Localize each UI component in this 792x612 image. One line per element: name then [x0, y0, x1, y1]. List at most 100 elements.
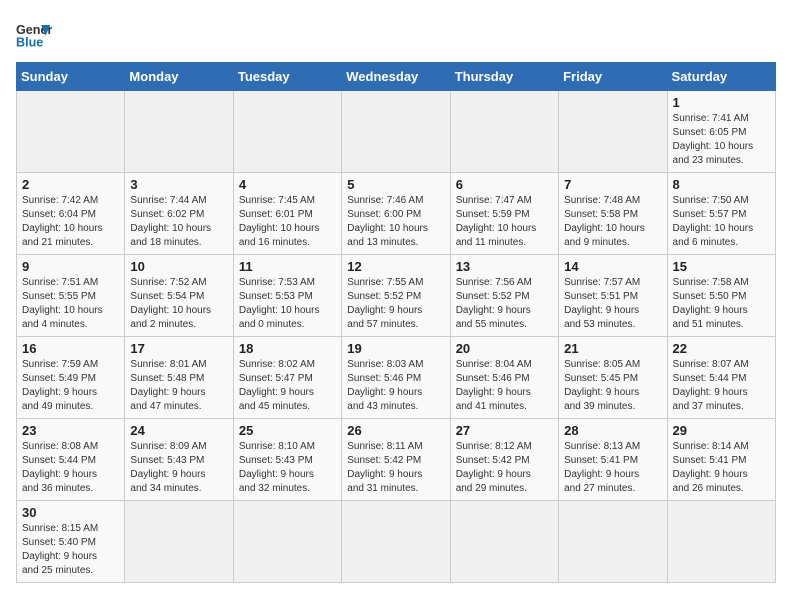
day-cell	[17, 91, 125, 173]
day-number: 17	[130, 341, 227, 356]
day-info: Sunrise: 8:13 AM Sunset: 5:41 PM Dayligh…	[564, 440, 661, 496]
week-row-5: 30 Sunrise: 8:15 AM Sunset: 5:40 PM Dayli…	[17, 501, 776, 583]
day-number: 20	[456, 341, 553, 356]
day-number: 11	[239, 259, 336, 274]
day-cell: 17 Sunrise: 8:01 AM Sunset: 5:48 PM Dayli…	[125, 337, 233, 419]
logo: General Blue	[16, 16, 56, 52]
day-number: 15	[673, 259, 770, 274]
day-number: 30	[22, 505, 119, 520]
day-info: Sunrise: 8:02 AM Sunset: 5:47 PM Dayligh…	[239, 358, 336, 414]
day-number: 10	[130, 259, 227, 274]
day-cell: 15 Sunrise: 7:58 AM Sunset: 5:50 PM Dayli…	[667, 255, 775, 337]
day-cell: 22Sunrise: 8:07 AM Sunset: 5:44 PM Dayli…	[667, 337, 775, 419]
day-number: 5	[347, 177, 444, 192]
col-header-friday: Friday	[559, 63, 667, 91]
day-cell: 13 Sunrise: 7:56 AM Sunset: 5:52 PM Dayli…	[450, 255, 558, 337]
day-number: 27	[456, 423, 553, 438]
day-cell: 27 Sunrise: 8:12 AM Sunset: 5:42 PM Dayli…	[450, 419, 558, 501]
day-cell: 6Sunrise: 7:47 AM Sunset: 5:59 PM Daylig…	[450, 173, 558, 255]
day-cell: 29Sunrise: 8:14 AM Sunset: 5:41 PM Dayli…	[667, 419, 775, 501]
day-number: 28	[564, 423, 661, 438]
day-cell: 5 Sunrise: 7:46 AM Sunset: 6:00 PM Daylig…	[342, 173, 450, 255]
col-header-monday: Monday	[125, 63, 233, 91]
day-info: Sunrise: 8:01 AM Sunset: 5:48 PM Dayligh…	[130, 358, 227, 414]
day-cell: 9 Sunrise: 7:51 AM Sunset: 5:55 PM Daylig…	[17, 255, 125, 337]
day-cell	[125, 501, 233, 583]
day-cell	[450, 501, 558, 583]
day-number: 3	[130, 177, 227, 192]
calendar-header-row: SundayMondayTuesdayWednesdayThursdayFrid…	[17, 63, 776, 91]
day-info: Sunrise: 7:44 AM Sunset: 6:02 PM Dayligh…	[130, 194, 227, 250]
day-info: Sunrise: 7:51 AM Sunset: 5:55 PM Dayligh…	[22, 276, 119, 332]
day-cell: 21 Sunrise: 8:05 AM Sunset: 5:45 PM Dayli…	[559, 337, 667, 419]
day-cell: 20 Sunrise: 8:04 AM Sunset: 5:46 PM Dayli…	[450, 337, 558, 419]
day-number: 9	[22, 259, 119, 274]
day-cell: 18 Sunrise: 8:02 AM Sunset: 5:47 PM Dayli…	[233, 337, 341, 419]
logo-icon: General Blue	[16, 16, 52, 52]
day-cell: 4Sunrise: 7:45 AM Sunset: 6:01 PM Daylig…	[233, 173, 341, 255]
day-cell: 19 Sunrise: 8:03 AM Sunset: 5:46 PM Dayli…	[342, 337, 450, 419]
day-number: 19	[347, 341, 444, 356]
day-cell	[667, 501, 775, 583]
day-cell: 12Sunrise: 7:55 AM Sunset: 5:52 PM Dayli…	[342, 255, 450, 337]
day-number: 13	[456, 259, 553, 274]
day-info: Sunrise: 7:58 AM Sunset: 5:50 PM Dayligh…	[673, 276, 770, 332]
day-cell	[559, 501, 667, 583]
day-number: 21	[564, 341, 661, 356]
day-number: 12	[347, 259, 444, 274]
header: General Blue	[16, 16, 776, 52]
day-info: Sunrise: 8:09 AM Sunset: 5:43 PM Dayligh…	[130, 440, 227, 496]
day-info: Sunrise: 8:15 AM Sunset: 5:40 PM Dayligh…	[22, 522, 119, 578]
day-number: 18	[239, 341, 336, 356]
day-number: 24	[130, 423, 227, 438]
col-header-tuesday: Tuesday	[233, 63, 341, 91]
day-info: Sunrise: 8:11 AM Sunset: 5:42 PM Dayligh…	[347, 440, 444, 496]
day-cell	[450, 91, 558, 173]
week-row-1: 2Sunrise: 7:42 AM Sunset: 6:04 PM Daylig…	[17, 173, 776, 255]
day-number: 6	[456, 177, 553, 192]
day-cell: 10 Sunrise: 7:52 AM Sunset: 5:54 PM Dayli…	[125, 255, 233, 337]
day-number: 14	[564, 259, 661, 274]
day-number: 1	[673, 95, 770, 110]
day-cell: 11Sunrise: 7:53 AM Sunset: 5:53 PM Dayli…	[233, 255, 341, 337]
day-cell	[233, 501, 341, 583]
day-cell: 7Sunrise: 7:48 AM Sunset: 5:58 PM Daylig…	[559, 173, 667, 255]
day-info: Sunrise: 8:07 AM Sunset: 5:44 PM Dayligh…	[673, 358, 770, 414]
col-header-wednesday: Wednesday	[342, 63, 450, 91]
day-info: Sunrise: 8:10 AM Sunset: 5:43 PM Dayligh…	[239, 440, 336, 496]
day-cell: 26Sunrise: 8:11 AM Sunset: 5:42 PM Dayli…	[342, 419, 450, 501]
day-cell	[233, 91, 341, 173]
day-info: Sunrise: 7:52 AM Sunset: 5:54 PM Dayligh…	[130, 276, 227, 332]
day-cell: 1 Sunrise: 7:41 AM Sunset: 6:05 PM Daylig…	[667, 91, 775, 173]
day-number: 25	[239, 423, 336, 438]
day-info: Sunrise: 7:45 AM Sunset: 6:01 PM Dayligh…	[239, 194, 336, 250]
day-cell: 30 Sunrise: 8:15 AM Sunset: 5:40 PM Dayli…	[17, 501, 125, 583]
day-number: 7	[564, 177, 661, 192]
week-row-4: 23Sunrise: 8:08 AM Sunset: 5:44 PM Dayli…	[17, 419, 776, 501]
day-info: Sunrise: 8:05 AM Sunset: 5:45 PM Dayligh…	[564, 358, 661, 414]
day-info: Sunrise: 8:04 AM Sunset: 5:46 PM Dayligh…	[456, 358, 553, 414]
col-header-thursday: Thursday	[450, 63, 558, 91]
day-cell: 25 Sunrise: 8:10 AM Sunset: 5:43 PM Dayli…	[233, 419, 341, 501]
day-cell: 8 Sunrise: 7:50 AM Sunset: 5:57 PM Daylig…	[667, 173, 775, 255]
day-info: Sunrise: 7:56 AM Sunset: 5:52 PM Dayligh…	[456, 276, 553, 332]
day-number: 8	[673, 177, 770, 192]
col-header-sunday: Sunday	[17, 63, 125, 91]
day-info: Sunrise: 8:12 AM Sunset: 5:42 PM Dayligh…	[456, 440, 553, 496]
day-info: Sunrise: 7:46 AM Sunset: 6:00 PM Dayligh…	[347, 194, 444, 250]
day-info: Sunrise: 7:50 AM Sunset: 5:57 PM Dayligh…	[673, 194, 770, 250]
day-cell: 24 Sunrise: 8:09 AM Sunset: 5:43 PM Dayli…	[125, 419, 233, 501]
day-info: Sunrise: 7:41 AM Sunset: 6:05 PM Dayligh…	[673, 112, 770, 168]
week-row-0: 1 Sunrise: 7:41 AM Sunset: 6:05 PM Daylig…	[17, 91, 776, 173]
day-cell: 14 Sunrise: 7:57 AM Sunset: 5:51 PM Dayli…	[559, 255, 667, 337]
day-info: Sunrise: 8:03 AM Sunset: 5:46 PM Dayligh…	[347, 358, 444, 414]
day-cell	[559, 91, 667, 173]
week-row-3: 16Sunrise: 7:59 AM Sunset: 5:49 PM Dayli…	[17, 337, 776, 419]
day-number: 23	[22, 423, 119, 438]
day-cell	[342, 91, 450, 173]
calendar-table: SundayMondayTuesdayWednesdayThursdayFrid…	[16, 62, 776, 583]
day-info: Sunrise: 7:59 AM Sunset: 5:49 PM Dayligh…	[22, 358, 119, 414]
day-cell	[125, 91, 233, 173]
day-info: Sunrise: 7:57 AM Sunset: 5:51 PM Dayligh…	[564, 276, 661, 332]
day-cell	[342, 501, 450, 583]
